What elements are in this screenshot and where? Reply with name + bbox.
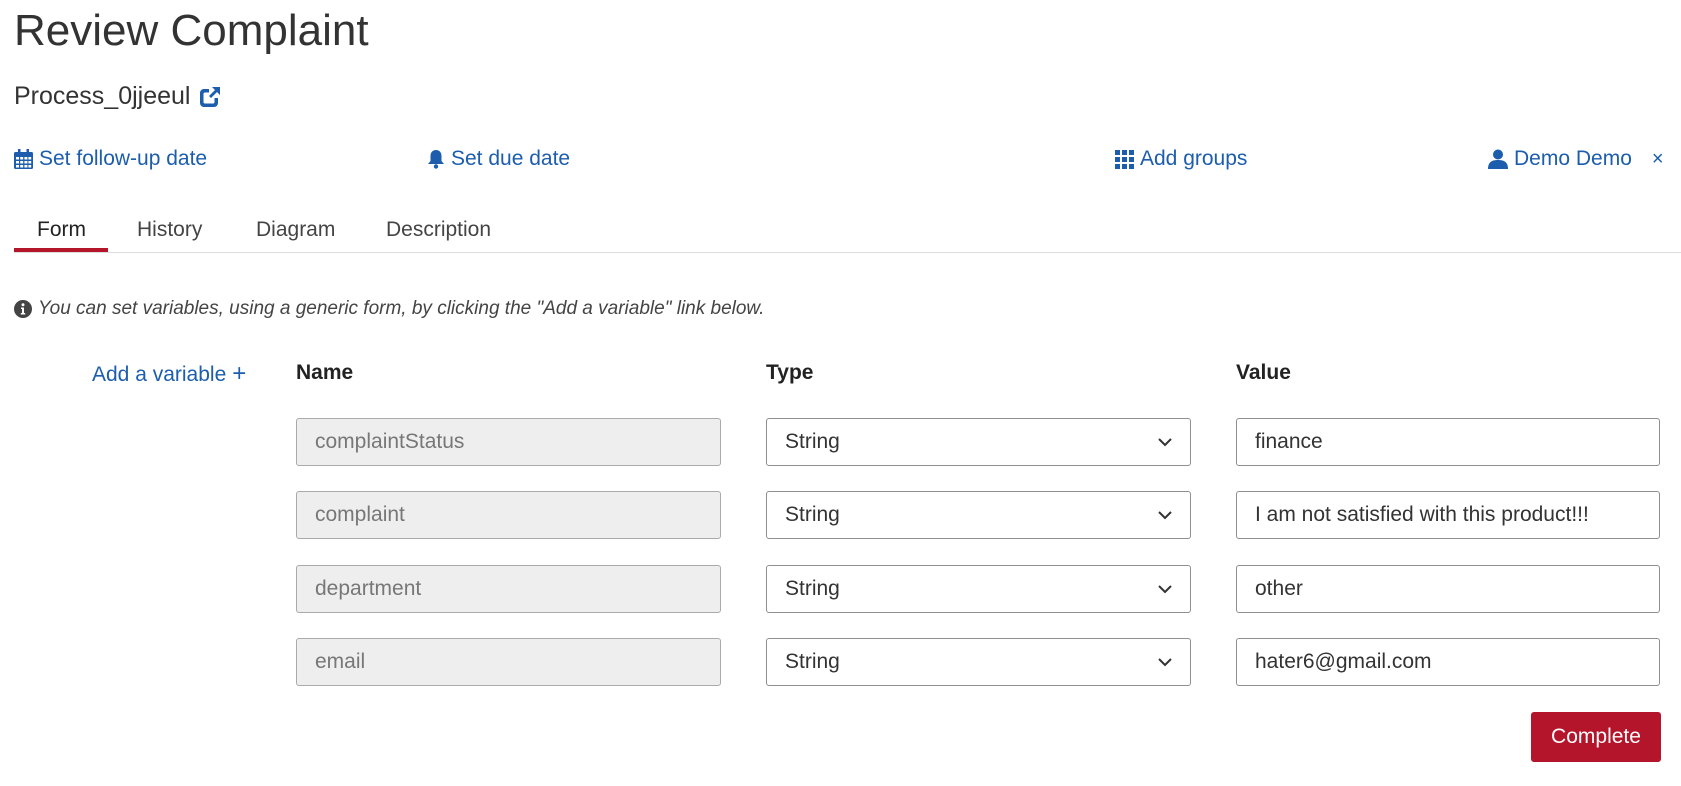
set-due-date-label: Set due date bbox=[451, 147, 571, 170]
set-follow-up-date-label: Set follow-up date bbox=[39, 147, 208, 170]
tab-form[interactable]: Form bbox=[37, 218, 86, 242]
tab-diagram[interactable]: Diagram bbox=[256, 218, 335, 242]
variable-name-field[interactable]: department bbox=[296, 565, 721, 613]
variable-type-select[interactable]: String bbox=[766, 638, 1191, 686]
bell-icon bbox=[428, 150, 444, 169]
variable-value-field[interactable]: other bbox=[1236, 565, 1660, 613]
remove-assignee-icon[interactable]: × bbox=[1652, 148, 1664, 171]
info-message: You can set variables, using a generic f… bbox=[14, 298, 764, 320]
variable-type-value: String bbox=[785, 577, 840, 600]
set-follow-up-date-link[interactable]: Set follow-up date bbox=[14, 147, 207, 171]
chevron-down-icon bbox=[1158, 510, 1172, 519]
column-header-name: Name bbox=[296, 361, 354, 384]
column-header-type: Type bbox=[766, 361, 814, 384]
grid-icon bbox=[1115, 149, 1134, 169]
variable-type-value: String bbox=[785, 430, 840, 453]
process-name-row: Process_0jjeeul bbox=[14, 82, 221, 111]
variable-type-value: String bbox=[785, 650, 840, 673]
variable-value-field[interactable]: I am not satisfied with this product!!! bbox=[1236, 491, 1660, 539]
tab-bar: Form History Diagram Description bbox=[14, 200, 1681, 253]
add-groups-label: Add groups bbox=[1140, 147, 1248, 170]
variable-value-field[interactable]: finance bbox=[1236, 418, 1660, 466]
tab-description[interactable]: Description bbox=[386, 218, 491, 242]
set-due-date-link[interactable]: Set due date bbox=[427, 147, 570, 171]
process-name: Process_0jjeeul bbox=[14, 82, 191, 110]
add-groups-link[interactable]: Add groups bbox=[1115, 147, 1247, 171]
assignee-name: Demo Demo bbox=[1514, 147, 1632, 170]
variable-type-select[interactable]: String bbox=[766, 418, 1191, 466]
active-tab-indicator bbox=[14, 248, 108, 252]
plus-icon: + bbox=[232, 360, 247, 387]
user-icon bbox=[1488, 149, 1508, 169]
add-variable-link[interactable]: Add a variable + bbox=[92, 360, 246, 388]
variable-type-select[interactable]: String bbox=[766, 491, 1191, 539]
variable-value-field[interactable]: hater6@gmail.com bbox=[1236, 638, 1660, 686]
calendar-icon bbox=[14, 149, 33, 169]
chevron-down-icon bbox=[1158, 584, 1172, 593]
variable-name-field[interactable]: complaint bbox=[296, 491, 721, 539]
info-circle-icon bbox=[14, 300, 32, 318]
variable-name-field[interactable]: email bbox=[296, 638, 721, 686]
variable-type-value: String bbox=[785, 503, 840, 526]
tab-history[interactable]: History bbox=[137, 218, 202, 242]
chevron-down-icon bbox=[1158, 437, 1172, 446]
variable-name-field[interactable]: complaintStatus bbox=[296, 418, 721, 466]
info-text: You can set variables, using a generic f… bbox=[38, 298, 765, 319]
column-header-value: Value bbox=[1236, 361, 1291, 384]
complete-button[interactable]: Complete bbox=[1531, 712, 1661, 762]
page-title: Review Complaint bbox=[14, 6, 369, 55]
assignee[interactable]: Demo Demo × bbox=[1488, 147, 1664, 171]
external-link-icon[interactable] bbox=[199, 85, 221, 108]
add-variable-label: Add a variable bbox=[92, 363, 227, 386]
chevron-down-icon bbox=[1158, 657, 1172, 666]
variable-type-select[interactable]: String bbox=[766, 565, 1191, 613]
